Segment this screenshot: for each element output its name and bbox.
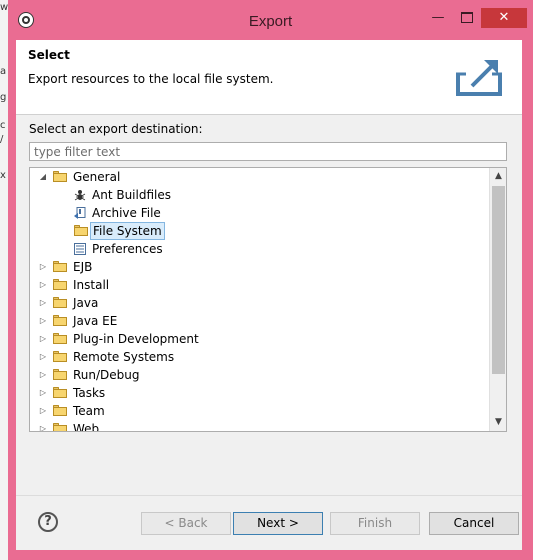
help-icon[interactable]: ? xyxy=(38,512,58,532)
filter-input[interactable] xyxy=(29,142,507,161)
tree-item-label: Archive File xyxy=(92,206,161,220)
scroll-down-arrow-icon[interactable]: ▼ xyxy=(490,414,506,431)
folder-icon xyxy=(74,225,88,236)
tree-item-label: EJB xyxy=(73,260,93,274)
strip-text: w xyxy=(0,2,8,13)
expand-arrow-icon[interactable]: ▷ xyxy=(38,384,48,402)
tree-item-label: File System xyxy=(90,222,165,240)
strip-text: x xyxy=(0,170,6,181)
expand-arrow-icon[interactable]: ▷ xyxy=(38,294,48,312)
title-bar[interactable]: Export — ✕ xyxy=(8,0,533,40)
strip-text: a xyxy=(0,66,7,77)
folder-icon xyxy=(53,315,67,326)
folder-icon xyxy=(53,279,67,290)
export-destination-label: Select an export destination: xyxy=(29,122,203,136)
expand-arrow-icon[interactable]: ▷ xyxy=(38,330,48,348)
strip-text: c xyxy=(0,120,6,131)
export-wizard-icon xyxy=(456,60,502,96)
tree-item-label: Plug-in Development xyxy=(73,332,199,346)
minimize-button[interactable]: — xyxy=(425,8,451,28)
back-button[interactable]: < Back xyxy=(141,512,231,535)
export-destination-tree[interactable]: ◢ General Ant Buildfiles Archive File Fi… xyxy=(29,167,507,432)
tree-scrollbar[interactable]: ▲ ▼ xyxy=(489,168,506,431)
scroll-up-arrow-icon[interactable]: ▲ xyxy=(490,168,506,185)
tree-item-label: Web xyxy=(73,422,100,432)
folder-icon xyxy=(53,297,67,308)
ant-icon xyxy=(74,190,86,201)
strip-text: g xyxy=(0,92,7,103)
scrollbar-thumb[interactable] xyxy=(492,186,505,374)
expand-arrow-icon[interactable]: ▷ xyxy=(38,258,48,276)
close-button[interactable]: ✕ xyxy=(481,8,527,28)
folder-icon xyxy=(53,387,67,398)
preferences-icon xyxy=(74,243,86,255)
expand-arrow-icon[interactable]: ▷ xyxy=(38,276,48,294)
page-title: Select xyxy=(28,48,70,62)
tree-item-label: Java EE xyxy=(73,314,118,328)
maximize-icon xyxy=(461,12,473,23)
maximize-button[interactable] xyxy=(454,8,480,28)
folder-icon xyxy=(53,261,67,272)
tree-item-label: Tasks xyxy=(73,386,106,400)
expand-arrow-icon[interactable]: ▷ xyxy=(38,420,48,431)
expand-arrow-icon[interactable]: ▷ xyxy=(38,366,48,384)
folder-icon xyxy=(53,369,67,380)
page-description: Export resources to the local file syste… xyxy=(28,72,274,86)
expand-arrow-icon[interactable]: ▷ xyxy=(38,402,48,420)
folder-open-icon xyxy=(53,171,67,182)
expand-arrow-icon[interactable]: ▷ xyxy=(38,312,48,330)
tree-item-label: General xyxy=(73,170,121,184)
tree-item-label: Install xyxy=(73,278,110,292)
next-button[interactable]: Next > xyxy=(233,512,323,535)
tree-item-label: Remote Systems xyxy=(73,350,175,364)
dialog-body: Select Export resources to the local fil… xyxy=(16,40,522,550)
collapse-arrow-icon[interactable]: ◢ xyxy=(38,168,48,186)
folder-icon xyxy=(53,405,67,416)
finish-button[interactable]: Finish xyxy=(330,512,420,535)
archive-icon xyxy=(74,207,86,219)
tree-item-label: Ant Buildfiles xyxy=(92,188,171,202)
tree-item-label: Team xyxy=(73,404,105,418)
tree-item-label: Preferences xyxy=(92,242,163,256)
wizard-banner: Select Export resources to the local fil… xyxy=(16,40,522,115)
folder-icon xyxy=(53,333,67,344)
tree-item-label: Run/Debug xyxy=(73,368,140,382)
export-dialog: Export — ✕ Select Export resources to th… xyxy=(8,0,533,560)
footer-divider xyxy=(16,495,522,496)
background-window-strip: w a g c / x xyxy=(0,0,8,560)
expand-arrow-icon[interactable]: ▷ xyxy=(38,348,48,366)
folder-icon xyxy=(53,423,67,431)
folder-icon xyxy=(53,351,67,362)
cancel-button[interactable]: Cancel xyxy=(429,512,519,535)
tree-item-label: Java xyxy=(73,296,99,310)
strip-text: / xyxy=(0,134,4,145)
